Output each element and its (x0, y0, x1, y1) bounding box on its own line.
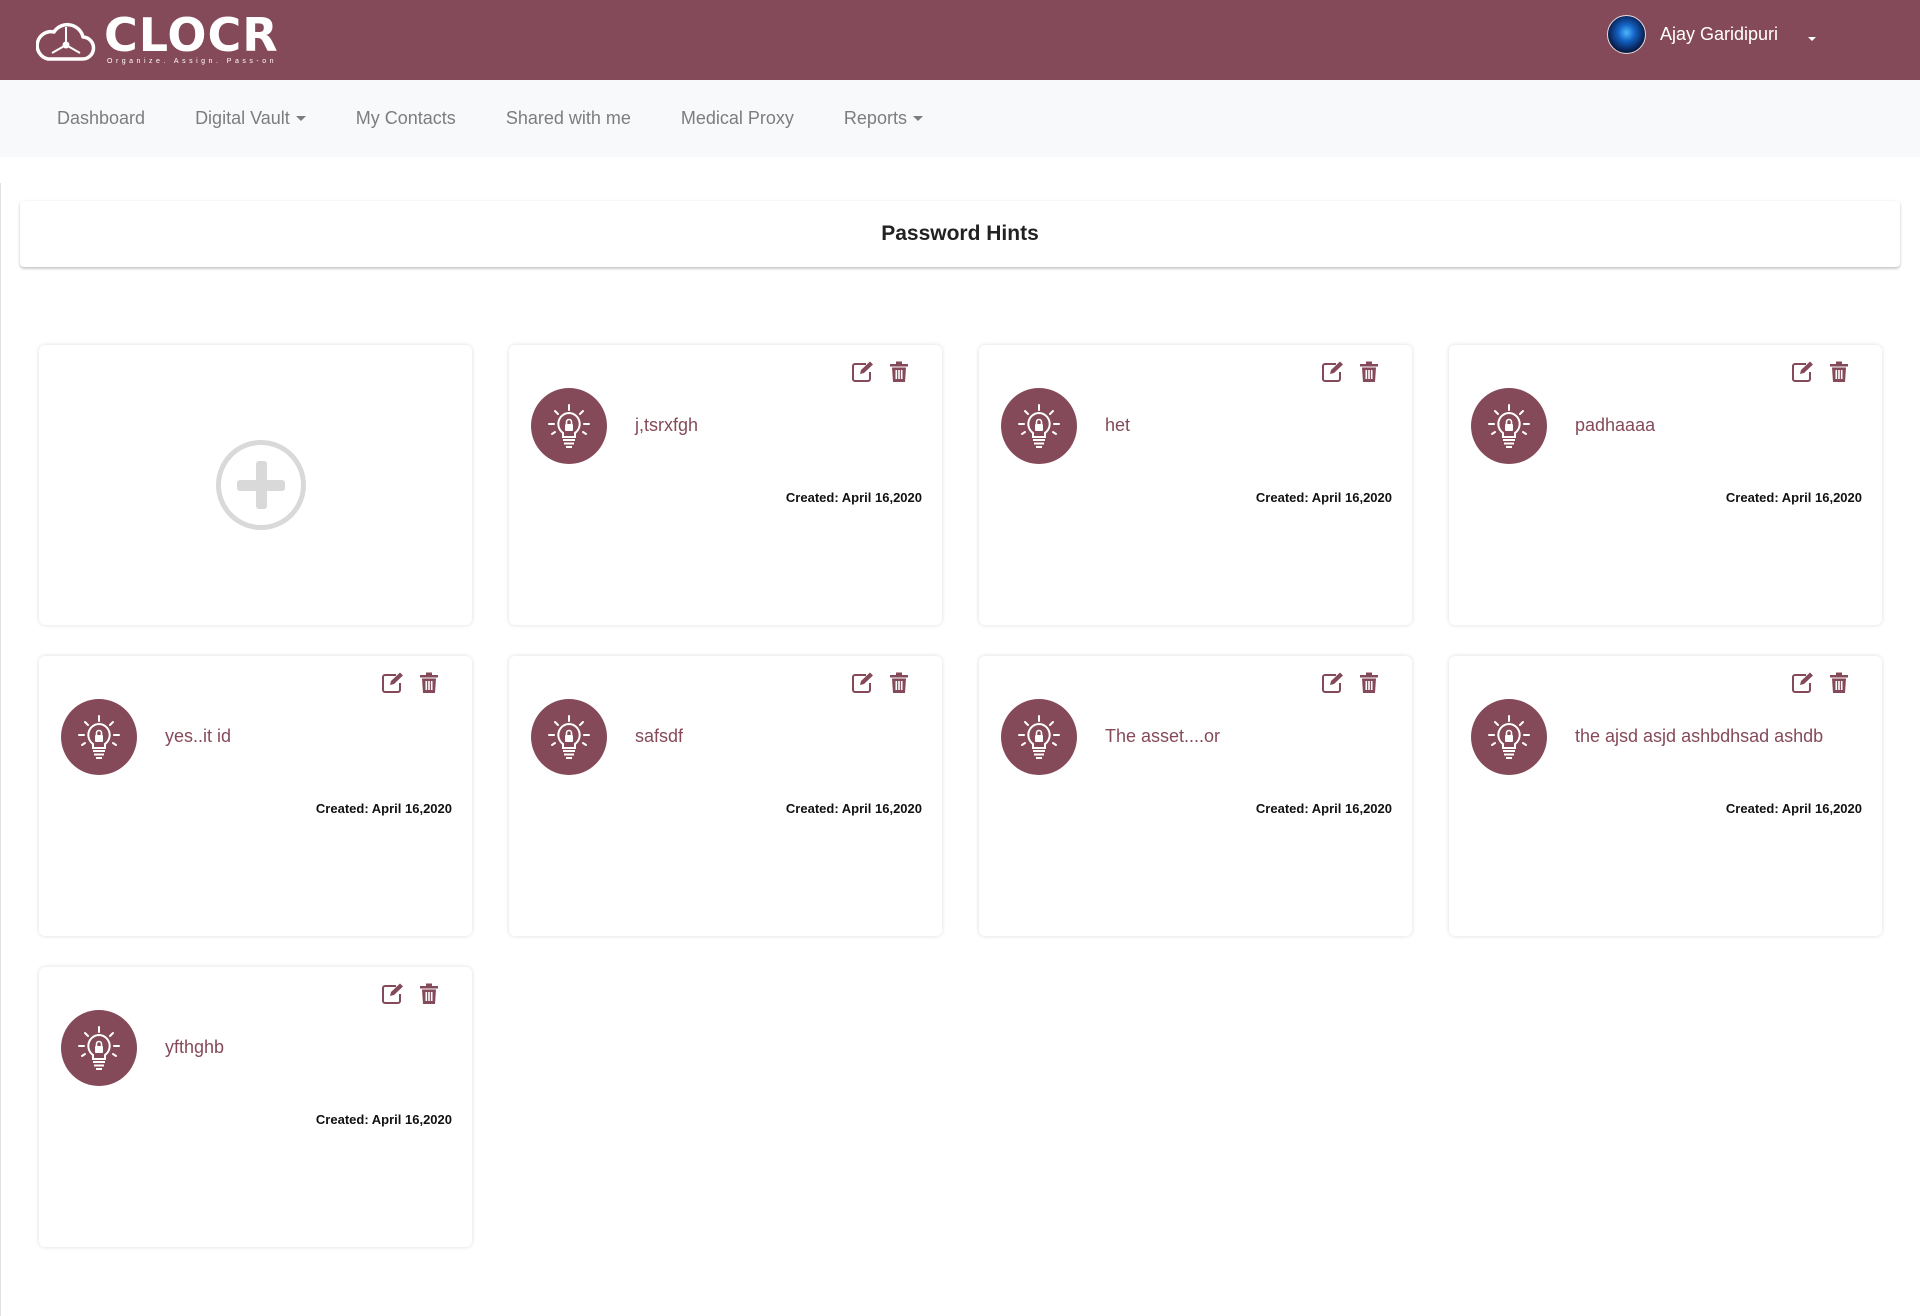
edit-icon[interactable] (1320, 670, 1346, 696)
caret-down-icon (912, 116, 923, 121)
card-actions (840, 670, 912, 696)
trash-icon[interactable] (1826, 670, 1852, 696)
user-menu[interactable]: Ajay Garidipuri (1606, 15, 1816, 54)
logo-wordmark: CLOCR (104, 8, 279, 62)
hint-name[interactable]: yes..it id (165, 726, 231, 747)
lightbulb-lock-icon (61, 699, 137, 775)
lightbulb-lock-icon (61, 1010, 137, 1086)
hint-card: yfthghb Created: April 16,2020 (39, 967, 472, 1247)
card-actions (1780, 359, 1852, 385)
card-actions (1780, 670, 1852, 696)
trash-icon[interactable] (886, 670, 912, 696)
content-divider (0, 183, 1, 1316)
edit-icon[interactable] (1790, 359, 1816, 385)
logo-tagline: Organize. Assign. Pass-on (107, 58, 277, 65)
created-date: Created: April 16,2020 (1725, 490, 1862, 505)
lightbulb-lock-icon (1471, 699, 1547, 775)
hint-name[interactable]: The asset....or (1105, 726, 1220, 747)
created-date: Created: April 16,2020 (785, 490, 922, 505)
trash-icon[interactable] (886, 359, 912, 385)
caret-down-icon (295, 116, 306, 121)
trash-icon[interactable] (416, 981, 442, 1007)
plus-circle-icon[interactable] (215, 440, 306, 530)
created-date: Created: April 16,2020 (315, 1112, 452, 1127)
page-title: Password Hints (881, 222, 1039, 245)
nav-reports[interactable]: Reports (844, 108, 923, 129)
cloud-logo-icon (36, 22, 96, 61)
nav-shared-with-me[interactable]: Shared with me (506, 108, 631, 129)
nav-my-contacts-label: My Contacts (355, 108, 456, 128)
nav-digital-vault-label: Digital Vault (195, 108, 290, 128)
lightbulb-lock-icon (1001, 388, 1077, 464)
nav-my-contacts[interactable]: My Contacts (356, 108, 456, 129)
edit-icon[interactable] (1790, 670, 1816, 696)
lightbulb-lock-icon (1471, 388, 1547, 464)
chevron-down-icon[interactable] (1808, 36, 1816, 41)
page-title-panel: Password Hints (20, 201, 1900, 267)
card-actions (1310, 670, 1382, 696)
hint-card: safsdf Created: April 16,2020 (509, 656, 942, 936)
edit-icon[interactable] (380, 670, 406, 696)
nav-reports-label: Reports (843, 108, 907, 128)
hint-card: het Created: April 16,2020 (979, 345, 1412, 625)
created-date: Created: April 16,2020 (1255, 801, 1392, 816)
card-actions (370, 670, 442, 696)
add-hint-card[interactable] (39, 345, 472, 625)
hint-card: The asset....or Created: April 16,2020 (979, 656, 1412, 936)
trash-icon[interactable] (1356, 670, 1382, 696)
top-header: CLOCR Organize. Assign. Pass-on Ajay Gar… (0, 0, 1920, 80)
nav-digital-vault[interactable]: Digital Vault (195, 108, 306, 129)
trash-icon[interactable] (1826, 359, 1852, 385)
trash-icon[interactable] (416, 670, 442, 696)
avatar (1606, 15, 1646, 54)
nav-medical-proxy-label: Medical Proxy (680, 108, 794, 128)
hint-card: the ajsd asjd ashbdhsad ashdb Created: A… (1449, 656, 1882, 936)
nav-medical-proxy[interactable]: Medical Proxy (681, 108, 794, 129)
card-actions (1310, 359, 1382, 385)
nav-dashboard-label: Dashboard (57, 108, 146, 128)
lightbulb-lock-icon (531, 699, 607, 775)
lightbulb-lock-icon (1001, 699, 1077, 775)
card-actions (370, 981, 442, 1007)
nav-dashboard[interactable]: Dashboard (57, 108, 145, 129)
hint-card: padhaaaa Created: April 16,2020 (1449, 345, 1882, 625)
created-date: Created: April 16,2020 (1255, 490, 1392, 505)
main-nav: Dashboard Digital Vault My Contacts Shar… (0, 80, 1920, 157)
nav-shared-with-me-label: Shared with me (505, 108, 631, 128)
edit-icon[interactable] (380, 981, 406, 1007)
user-name: Ajay Garidipuri (1659, 24, 1778, 44)
hint-name[interactable]: yfthghb (165, 1037, 224, 1058)
hint-card: j,tsrxfgh Created: April 16,2020 (509, 345, 942, 625)
created-date: Created: April 16,2020 (315, 801, 452, 816)
hint-name[interactable]: j,tsrxfgh (635, 415, 698, 436)
card-actions (840, 359, 912, 385)
hint-name[interactable]: padhaaaa (1575, 415, 1655, 436)
created-date: Created: April 16,2020 (785, 801, 922, 816)
created-date: Created: April 16,2020 (1725, 801, 1862, 816)
hint-name[interactable]: safsdf (635, 726, 683, 747)
hint-name[interactable]: the ajsd asjd ashbdhsad ashdb (1575, 726, 1823, 747)
edit-icon[interactable] (1320, 359, 1346, 385)
trash-icon[interactable] (1356, 359, 1382, 385)
clocr-logo[interactable]: CLOCR Organize. Assign. Pass-on (36, 12, 279, 68)
hint-name[interactable]: het (1105, 415, 1130, 436)
hint-card: yes..it id Created: April 16,2020 (39, 656, 472, 936)
edit-icon[interactable] (850, 359, 876, 385)
lightbulb-lock-icon (531, 388, 607, 464)
edit-icon[interactable] (850, 670, 876, 696)
